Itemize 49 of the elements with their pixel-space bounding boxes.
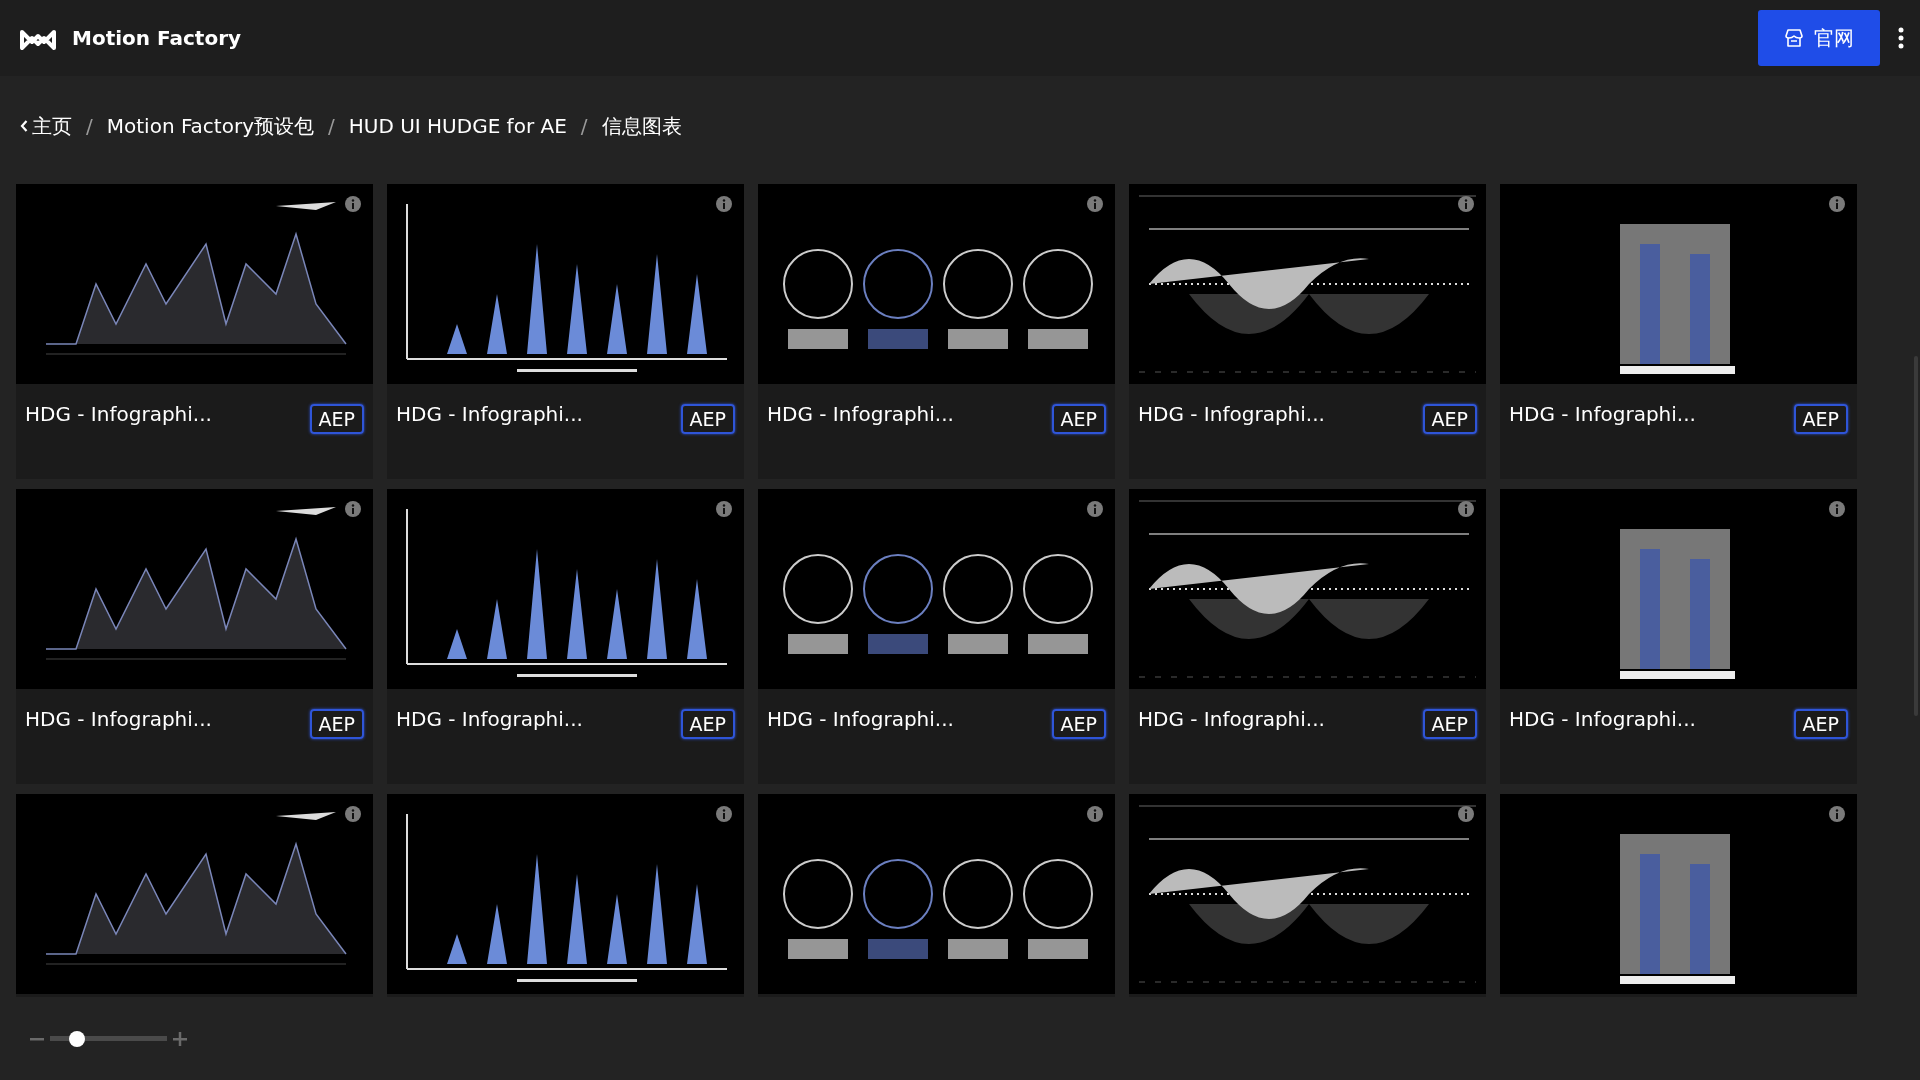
website-button[interactable]: 官网 <box>1758 10 1880 66</box>
info-icon[interactable] <box>1829 196 1845 212</box>
brand-name: Motion Factory <box>72 26 242 50</box>
format-badge: AEP <box>309 709 364 739</box>
chevron-left-icon <box>20 120 28 132</box>
more-icon[interactable] <box>1898 27 1904 49</box>
back-link[interactable]: 主页 <box>20 112 72 140</box>
card-title: HDG - Infographi... <box>396 402 583 426</box>
format-badge: AEP <box>1422 709 1477 739</box>
format-badge: AEP <box>1793 709 1848 739</box>
card-title: HDG - Infographi... <box>1138 707 1325 731</box>
card-title: HDG - Infographi... <box>25 402 212 426</box>
info-icon[interactable] <box>1458 196 1474 212</box>
format-badge: AEP <box>680 404 735 434</box>
format-badge: AEP <box>309 404 364 434</box>
info-icon[interactable] <box>1829 806 1845 822</box>
card-title: HDG - Infographi... <box>396 707 583 731</box>
card-title: HDG - Infographi... <box>1509 402 1696 426</box>
breadcrumb-link[interactable]: HUD UI HUDGE for AE <box>348 114 567 138</box>
breadcrumb-separator: / <box>327 114 335 138</box>
info-icon[interactable] <box>345 196 361 212</box>
info-icon[interactable] <box>1458 806 1474 822</box>
breadcrumb-separator: / <box>86 114 93 138</box>
card-title: HDG - Infographi... <box>25 707 212 731</box>
info-icon[interactable] <box>345 806 361 822</box>
breadcrumb-link[interactable]: Motion Factory预设包 <box>106 112 314 140</box>
breadcrumb-separator: / <box>580 114 588 138</box>
format-badge: AEP <box>1051 404 1106 434</box>
store-icon <box>1784 29 1804 47</box>
info-icon[interactable] <box>1087 806 1103 822</box>
info-icon[interactable] <box>716 501 732 517</box>
slider-thumb[interactable] <box>68 1030 85 1047</box>
info-icon[interactable] <box>1087 501 1103 517</box>
breadcrumb-current: 信息图表 <box>601 112 682 140</box>
format-badge: AEP <box>1051 709 1106 739</box>
info-icon[interactable] <box>345 501 361 517</box>
card-title: HDG - Infographi... <box>767 707 954 731</box>
info-icon[interactable] <box>1458 501 1474 517</box>
format-badge: AEP <box>1793 404 1848 434</box>
card-title: HDG - Infographi... <box>1138 402 1325 426</box>
zoom-in-icon[interactable] <box>173 1031 187 1046</box>
info-icon[interactable] <box>1087 196 1103 212</box>
info-icon[interactable] <box>716 196 732 212</box>
format-badge: AEP <box>680 709 735 739</box>
card-title: HDG - Infographi... <box>767 402 954 426</box>
info-icon[interactable] <box>1829 501 1845 517</box>
card-title: HDG - Infographi... <box>1509 707 1696 731</box>
info-icon[interactable] <box>716 806 732 822</box>
format-badge: AEP <box>1422 404 1477 434</box>
